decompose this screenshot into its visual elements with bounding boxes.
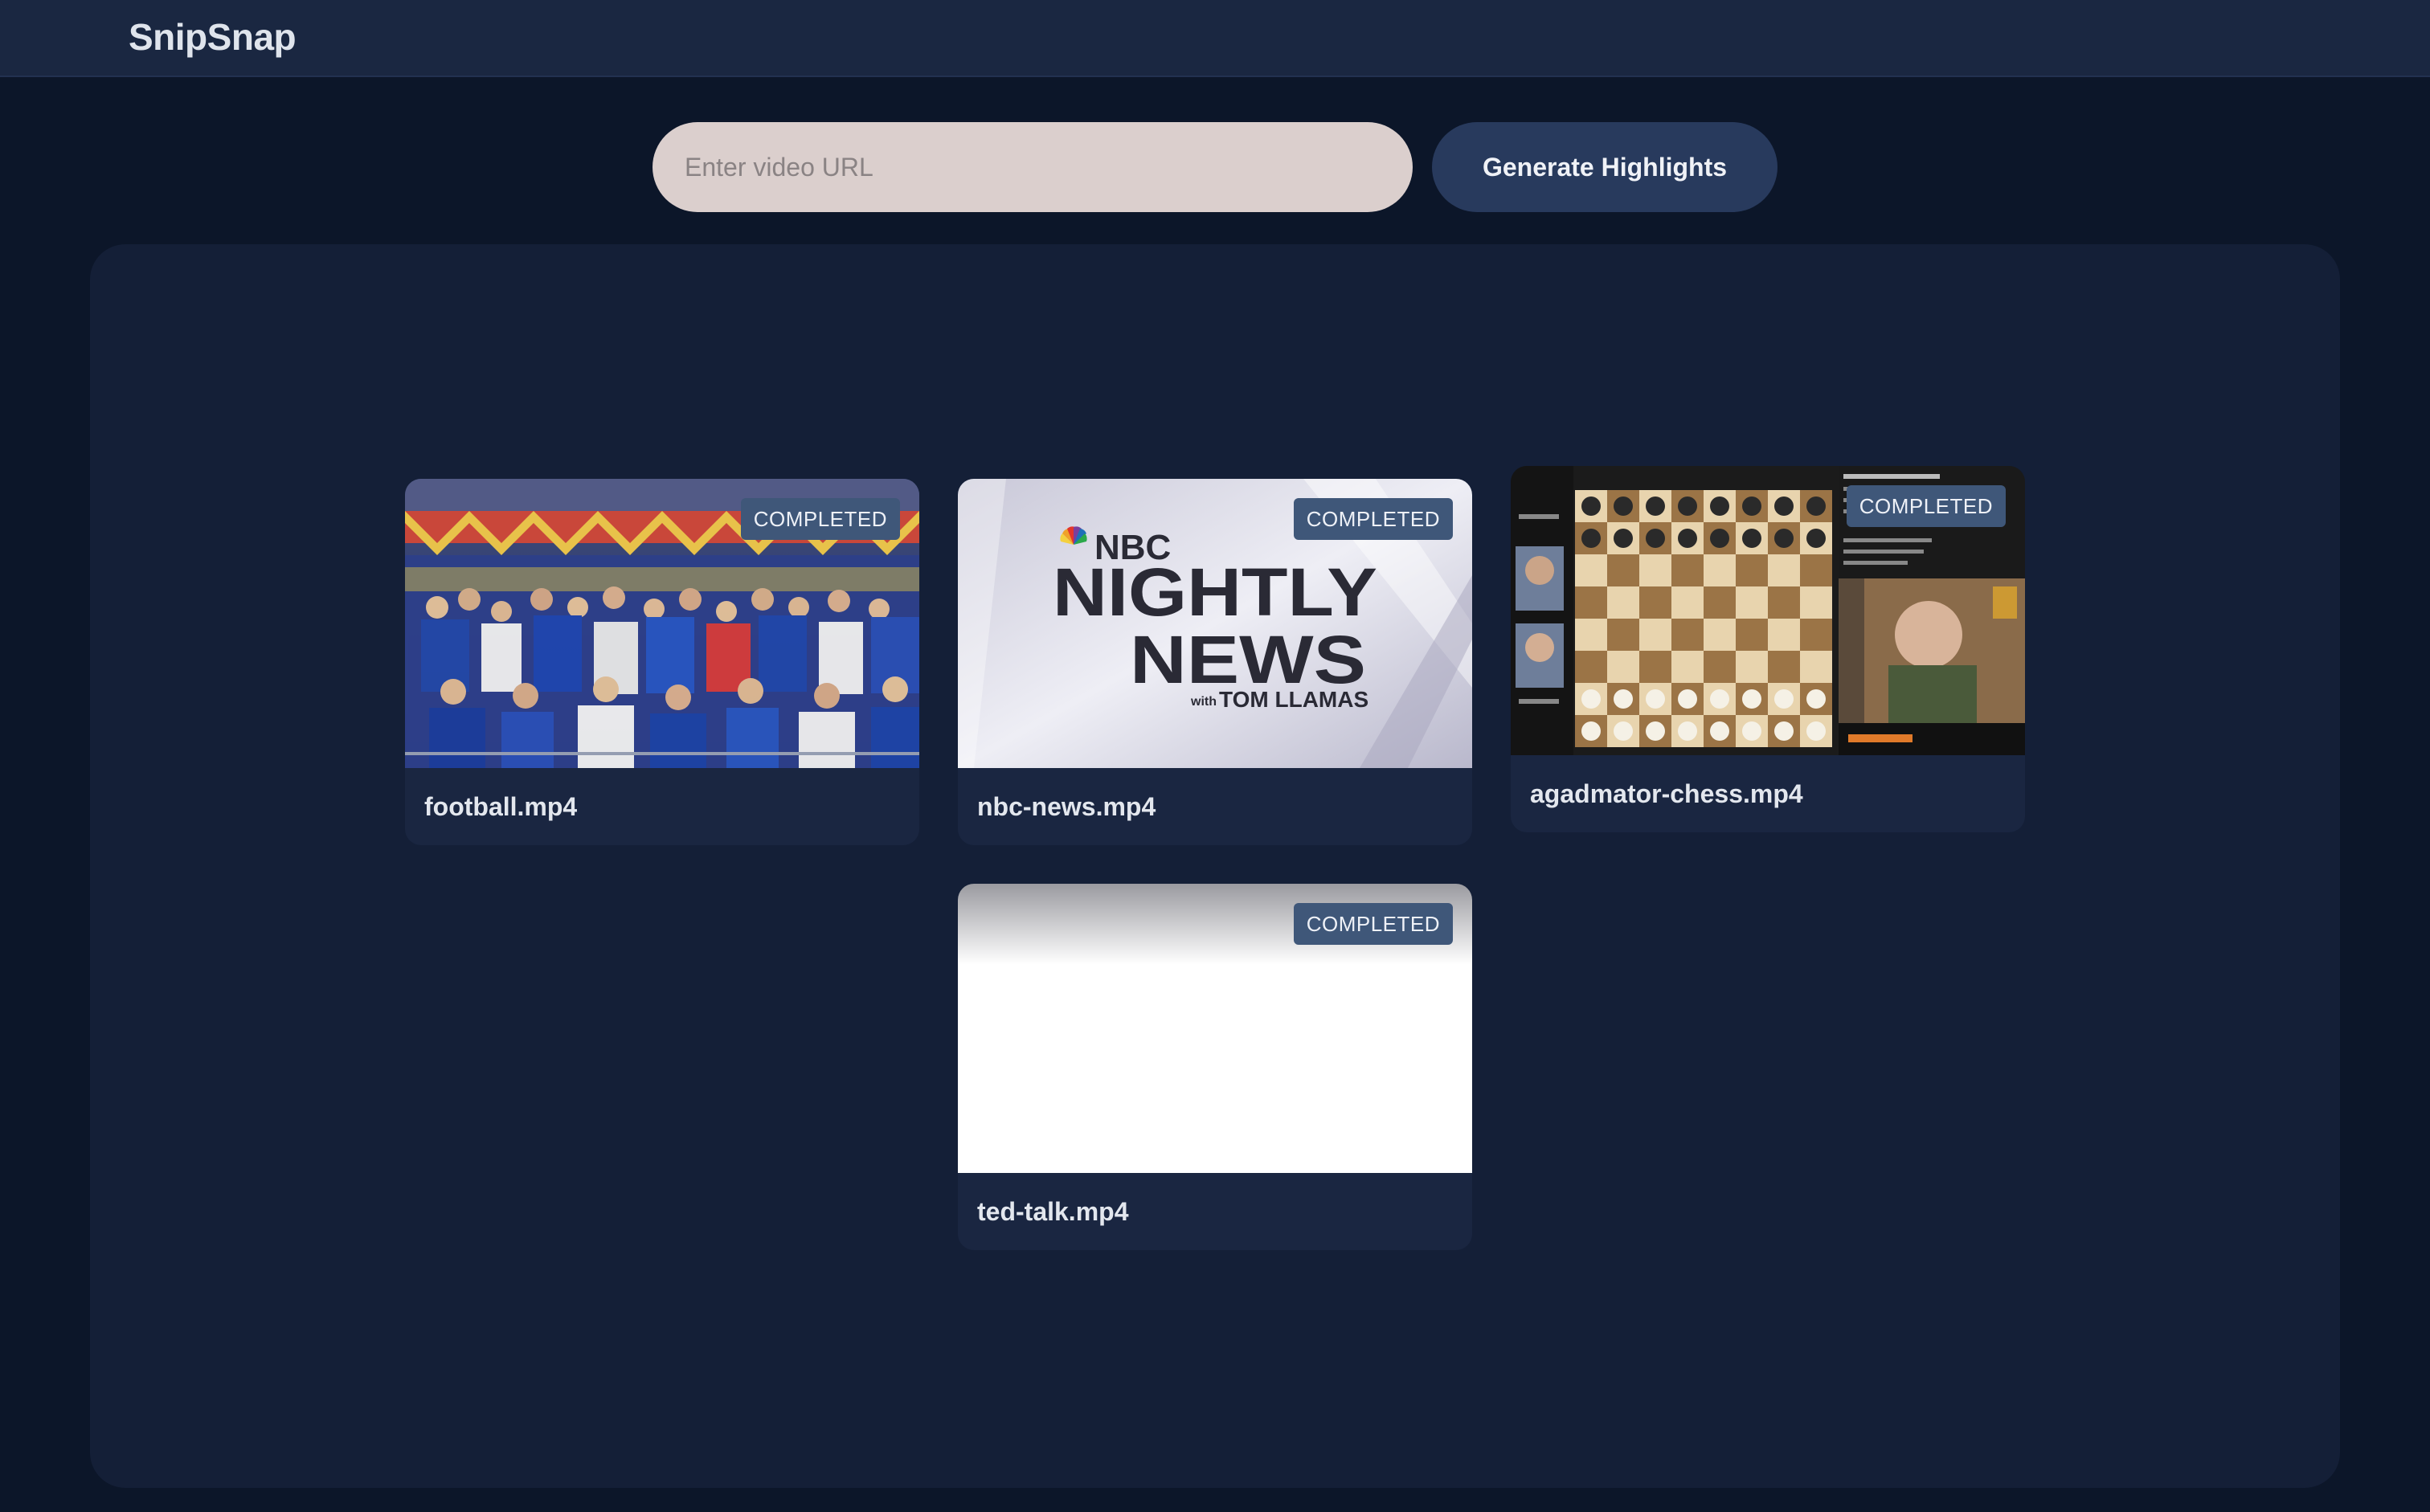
video-card-football[interactable]: COMPLETED football.mp4 [405,479,919,845]
status-badge: COMPLETED [1293,498,1453,540]
video-card-agadmator-chess[interactable]: COMPLETED agadmator-chess.mp4 [1511,466,2025,832]
nightly-text: NIGHTLY [1053,554,1377,630]
video-thumbnail[interactable]: COMPLETED [405,479,919,768]
video-filename: nbc-news.mp4 [977,792,1156,821]
video-filename: agadmator-chess.mp4 [1530,779,1803,808]
video-thumbnail[interactable]: COMPLETED [1511,466,2025,755]
video-filename: ted-talk.mp4 [977,1197,1129,1226]
status-badge: COMPLETED [1293,903,1453,945]
video-filename: football.mp4 [424,792,578,821]
status-badge: COMPLETED [740,498,900,540]
video-gallery-panel [90,244,2340,1488]
video-thumbnail[interactable]: NBC NIGHTLY NEWS with TOM LLAMAS COMPLET… [958,479,1472,768]
news-text: NEWS [1130,622,1366,697]
video-thumbnail[interactable]: COMPLETED [958,884,1472,1173]
status-badge: COMPLETED [1846,485,2006,527]
anchor-name-text: TOM LLAMAS [1219,687,1368,712]
with-text: with [1190,695,1217,709]
app-title: SnipSnap [129,16,297,58]
video-card-nbc-news[interactable]: NBC NIGHTLY NEWS with TOM LLAMAS COMPLET… [958,479,1472,845]
video-card-ted-talk[interactable]: COMPLETED ted-talk.mp4 [958,884,1472,1250]
top-bar: SnipSnap [0,0,2430,77]
video-url-input[interactable] [652,122,1413,212]
generate-highlights-button[interactable]: Generate Highlights [1432,122,1778,212]
